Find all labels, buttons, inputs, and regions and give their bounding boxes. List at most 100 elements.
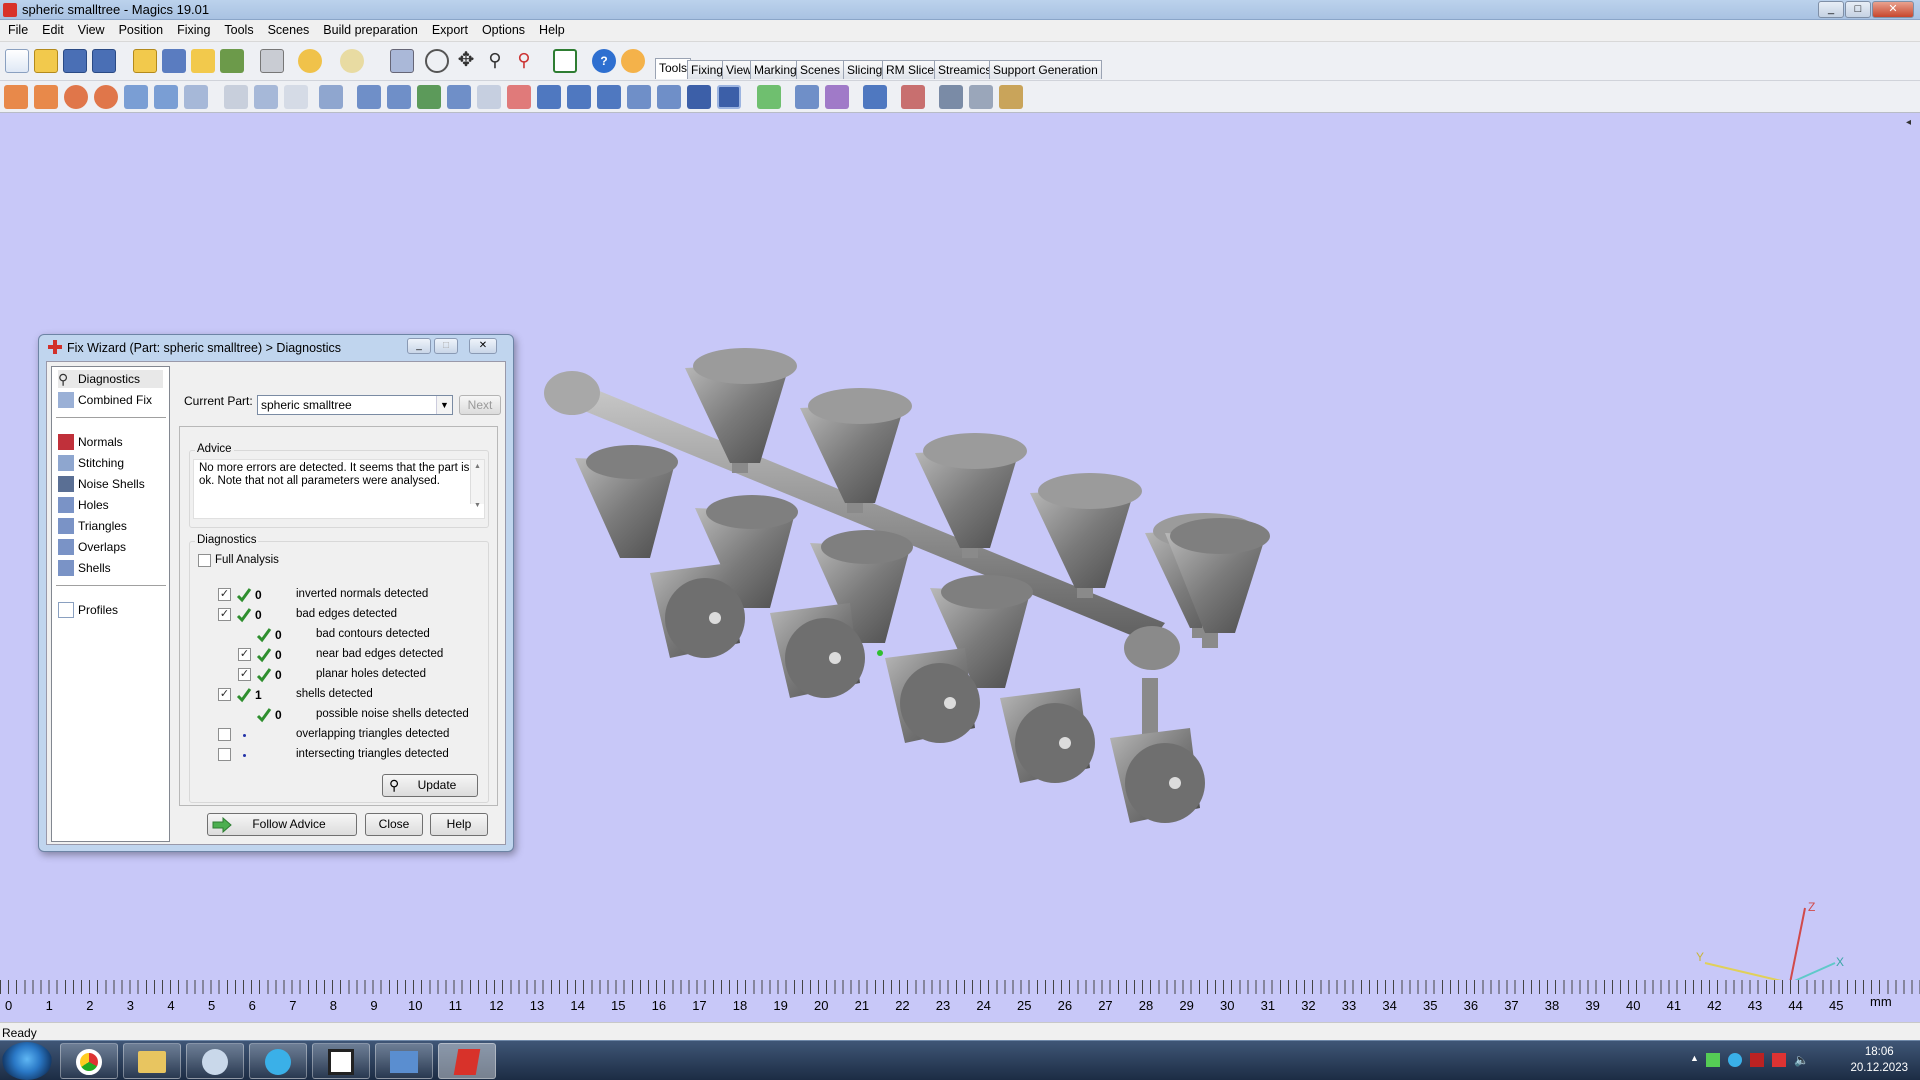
nav-holes[interactable]: Holes: [58, 496, 109, 514]
taskbar-clock[interactable]: 18:06 20.12.2023: [1850, 1044, 1908, 1076]
tray-network-icon[interactable]: [1706, 1053, 1720, 1067]
shell-icon[interactable]: [567, 85, 591, 109]
taskbar-magics-icon[interactable]: [438, 1043, 496, 1079]
full-analysis-checkbox[interactable]: [198, 554, 211, 567]
new-file-icon[interactable]: [5, 49, 29, 73]
next-button[interactable]: Next: [459, 395, 501, 415]
align-icon[interactable]: [757, 85, 781, 109]
frame-icon[interactable]: [717, 85, 741, 109]
close-window-button[interactable]: ✕: [1872, 1, 1914, 18]
close-button[interactable]: Close: [365, 813, 423, 836]
translate-icon[interactable]: [4, 85, 28, 109]
rotate-view-icon[interactable]: [425, 49, 449, 73]
rotate-interactive-icon[interactable]: [94, 85, 118, 109]
nav-shells[interactable]: Shells: [58, 559, 111, 577]
current-part-select[interactable]: spheric smalltree ▼: [257, 395, 453, 415]
thickness-icon[interactable]: [597, 85, 621, 109]
open-folder-icon[interactable]: [34, 49, 58, 73]
tab-marking[interactable]: Marking: [750, 60, 801, 79]
update-button[interactable]: ⚲ Update: [382, 774, 478, 797]
nav-stitching[interactable]: Stitching: [58, 454, 124, 472]
follow-advice-button[interactable]: Follow Advice: [207, 813, 357, 836]
label-icon[interactable]: [387, 85, 411, 109]
pan-view-icon[interactable]: ✥: [454, 49, 478, 73]
maximize-button[interactable]: □: [1845, 1, 1871, 18]
near-bad-edges-checkbox[interactable]: ✓: [238, 648, 251, 661]
extrude-icon[interactable]: [537, 85, 561, 109]
select-part-icon[interactable]: [390, 49, 414, 73]
undo-icon[interactable]: [298, 49, 322, 73]
tray-volume-icon[interactable]: 🔈: [1794, 1053, 1809, 1067]
import-part-icon[interactable]: [133, 49, 157, 73]
start-button[interactable]: [2, 1042, 52, 1080]
rotate-icon[interactable]: [64, 85, 88, 109]
tray-app-icon[interactable]: [1728, 1053, 1742, 1067]
tray-flag-icon[interactable]: [1750, 1053, 1764, 1067]
tab-tools[interactable]: Tools: [655, 58, 692, 79]
settings-icon[interactable]: [939, 85, 963, 109]
dialog-close-x-button[interactable]: ✕: [469, 338, 497, 354]
boolean-icon[interactable]: [417, 85, 441, 109]
nav-normals[interactable]: Normals: [58, 433, 123, 451]
box-icon[interactable]: [687, 85, 711, 109]
tab-fixing[interactable]: Fixing: [687, 60, 728, 79]
dialog-maximize-button[interactable]: □: [434, 338, 458, 354]
menu-edit[interactable]: Edit: [34, 20, 70, 37]
menu-scenes[interactable]: Scenes: [260, 20, 316, 37]
save-icon[interactable]: [63, 49, 87, 73]
unload-part-icon[interactable]: [220, 49, 244, 73]
save-as-icon[interactable]: [92, 49, 116, 73]
menu-options[interactable]: Options: [474, 20, 531, 37]
mirror-icon[interactable]: [154, 85, 178, 109]
copy-part-icon[interactable]: [254, 85, 278, 109]
menu-build-preparation[interactable]: Build preparation: [315, 20, 424, 37]
hand-tool-icon[interactable]: [319, 85, 343, 109]
taskbar-app-icon[interactable]: [249, 1043, 307, 1079]
help-icon[interactable]: ?: [592, 49, 616, 73]
menu-file[interactable]: File: [0, 20, 34, 37]
taskbar-explorer-icon[interactable]: [123, 1043, 181, 1079]
nav-profiles[interactable]: Profiles: [58, 601, 118, 619]
taskbar-paint-icon[interactable]: [186, 1043, 244, 1079]
tray-arrow-icon[interactable]: ▲: [1690, 1053, 1699, 1063]
taskbar-chrome-icon[interactable]: [60, 1043, 118, 1079]
measure-icon[interactable]: [357, 85, 381, 109]
menu-fixing[interactable]: Fixing: [169, 20, 216, 37]
taskbar-printer-icon[interactable]: [312, 1043, 370, 1079]
rescale-icon[interactable]: [124, 85, 148, 109]
taskbar-viewer-icon[interactable]: [375, 1043, 433, 1079]
menu-help[interactable]: Help: [531, 20, 571, 37]
texture-icon[interactable]: [863, 85, 887, 109]
wrap-icon[interactable]: [825, 85, 849, 109]
tab-support-generation[interactable]: Support Generation: [989, 60, 1102, 79]
intersecting-triangles-checkbox[interactable]: [218, 748, 231, 761]
smooth-icon[interactable]: [627, 85, 651, 109]
load-folder-icon[interactable]: [191, 49, 215, 73]
menu-view[interactable]: View: [70, 20, 111, 37]
nav-overlaps[interactable]: Overlaps: [58, 538, 126, 556]
offset-icon[interactable]: [477, 85, 501, 109]
perforate-icon[interactable]: [507, 85, 531, 109]
context-help-icon[interactable]: [621, 49, 645, 73]
menu-position[interactable]: Position: [111, 20, 169, 37]
print-icon[interactable]: [260, 49, 284, 73]
redo-icon[interactable]: [340, 49, 364, 73]
planar-holes-checkbox[interactable]: ✓: [238, 668, 251, 681]
reduce-icon[interactable]: [657, 85, 681, 109]
help-button[interactable]: Help: [430, 813, 488, 836]
shells-checkbox[interactable]: ✓: [218, 688, 231, 701]
paste-part-icon[interactable]: [284, 85, 308, 109]
tab-streamics[interactable]: Streamics: [934, 60, 996, 79]
minimize-button[interactable]: _: [1818, 1, 1844, 18]
advice-scrollbar[interactable]: ▲ ▼: [470, 460, 484, 509]
dialog-minimize-button[interactable]: _: [407, 338, 431, 354]
bad-edges-checkbox[interactable]: ✓: [218, 608, 231, 621]
menu-tools[interactable]: Tools: [216, 20, 259, 37]
save-part-icon[interactable]: [162, 49, 186, 73]
split-icon[interactable]: [795, 85, 819, 109]
nav-combined-fix[interactable]: Combined Fix: [58, 391, 152, 409]
deform-icon[interactable]: [901, 85, 925, 109]
tab-slicing[interactable]: Slicing: [843, 60, 887, 79]
cut-icon[interactable]: [224, 85, 248, 109]
hollow-icon[interactable]: [447, 85, 471, 109]
